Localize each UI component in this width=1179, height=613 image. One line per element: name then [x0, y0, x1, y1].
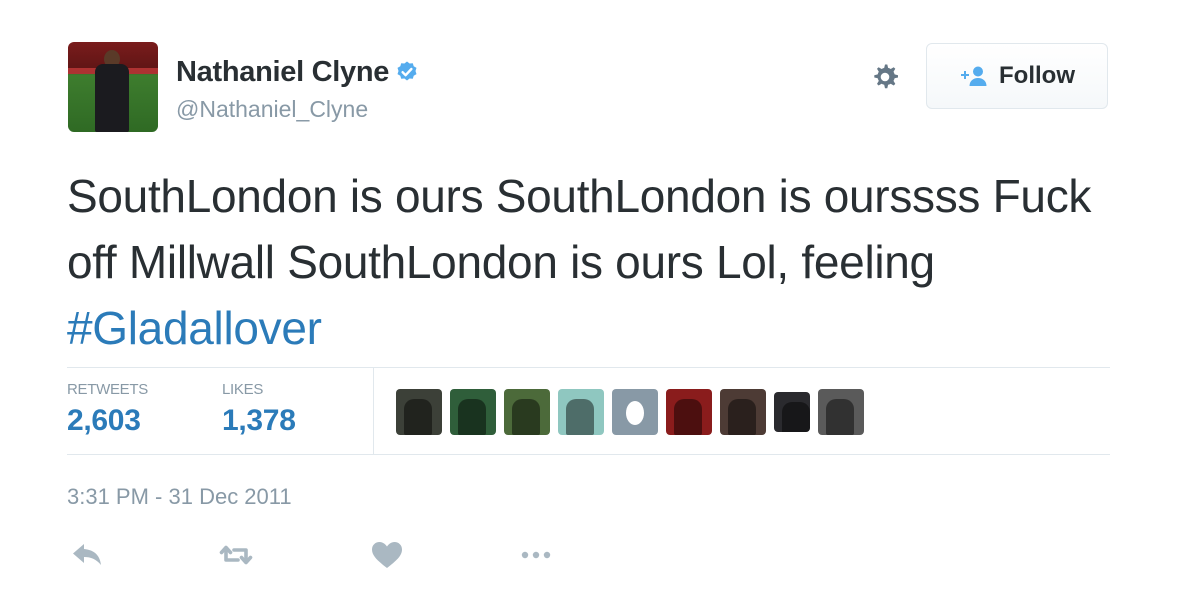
- tweet-body: SouthLondon is ours SouthLondon is ourss…: [67, 170, 1092, 288]
- liker-avatar[interactable]: [450, 389, 496, 435]
- verified-badge-icon: [397, 61, 417, 81]
- hashtag-link[interactable]: #Gladallover: [67, 302, 322, 354]
- liker-avatar[interactable]: [396, 389, 442, 435]
- follow-label: Follow: [999, 62, 1075, 89]
- likes-stat[interactable]: LIKES 1,378: [222, 381, 296, 438]
- liker-avatar[interactable]: [504, 389, 550, 435]
- tweet-timestamp[interactable]: 3:31 PM - 31 Dec 2011: [67, 484, 292, 510]
- gear-icon[interactable]: [868, 60, 902, 94]
- liker-egg-avatar[interactable]: [612, 389, 658, 435]
- liker-avatar[interactable]: [666, 389, 712, 435]
- likes-count[interactable]: 1,378: [222, 404, 296, 438]
- like-icon[interactable]: [369, 538, 405, 572]
- retweets-stat[interactable]: RETWEETS 2,603: [67, 381, 148, 438]
- liker-silhouette: [404, 399, 432, 435]
- likes-label: LIKES: [222, 381, 264, 398]
- user-name[interactable]: Nathaniel Clyne: [176, 56, 389, 88]
- follow-button[interactable]: Follow: [926, 43, 1108, 109]
- liker-silhouette: [566, 399, 594, 435]
- liker-avatar[interactable]: [818, 389, 864, 435]
- retweet-icon[interactable]: [218, 538, 254, 572]
- liker-avatar[interactable]: [558, 389, 604, 435]
- tweet-card: Nathaniel Clyne @Nathaniel_Clyne Follow …: [0, 0, 1179, 613]
- liker-avatars: [396, 389, 872, 435]
- retweets-count[interactable]: 2,603: [67, 404, 148, 438]
- liker-silhouette: [782, 402, 810, 432]
- stats-vertical-divider: [373, 368, 374, 454]
- stats-bottom-divider: [67, 454, 1110, 455]
- egg-icon: [626, 401, 644, 425]
- retweets-label: RETWEETS: [67, 381, 148, 398]
- reply-icon[interactable]: [70, 538, 106, 572]
- stats-top-divider: [67, 367, 1110, 368]
- user-avatar[interactable]: [68, 42, 158, 132]
- liker-avatar[interactable]: [720, 389, 766, 435]
- tweet-text: SouthLondon is ours SouthLondon is ourss…: [67, 163, 1107, 361]
- add-user-icon: [961, 66, 987, 86]
- user-name-row[interactable]: Nathaniel Clyne: [176, 56, 419, 89]
- liker-silhouette: [826, 399, 854, 435]
- avatar-figure-body: [95, 64, 129, 132]
- liker-silhouette: [728, 399, 756, 435]
- liker-silhouette: [458, 399, 486, 435]
- liker-avatar[interactable]: [774, 392, 810, 432]
- user-handle[interactable]: @Nathaniel_Clyne: [176, 96, 368, 123]
- liker-silhouette: [512, 399, 540, 435]
- liker-silhouette: [674, 399, 702, 435]
- more-icon[interactable]: [518, 538, 554, 572]
